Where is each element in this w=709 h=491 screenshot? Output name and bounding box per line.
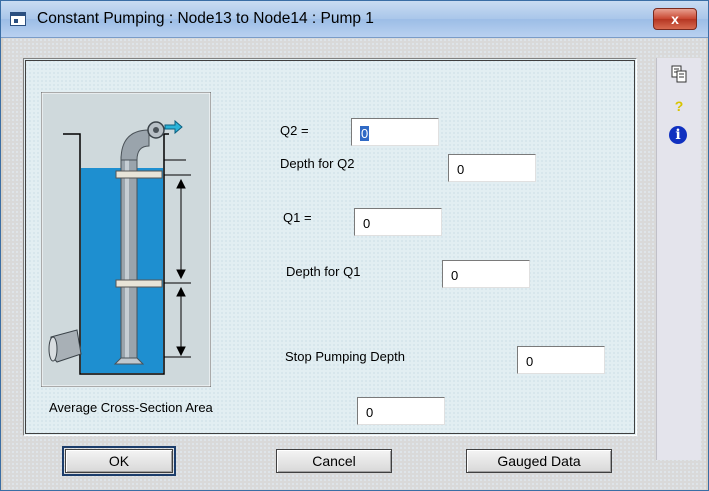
q1-label: Q1 = [283, 210, 312, 225]
depth-q1-input[interactable]: 0 [442, 260, 530, 288]
help-icon[interactable]: ? [669, 98, 689, 118]
upper-clamp [115, 170, 163, 179]
stop-depth-input[interactable]: 0 [517, 346, 605, 374]
title-bar[interactable]: Constant Pumping : Node13 to Node14 : Pu… [1, 1, 708, 38]
q2-label: Q2 = [280, 123, 309, 138]
copy-icon[interactable] [669, 64, 689, 84]
side-toolbar: ? i [656, 58, 701, 460]
depth-q2-label: Depth for Q2 [280, 156, 355, 171]
ok-button[interactable]: OK [65, 449, 173, 473]
q2-value: 0 [360, 126, 370, 141]
pump-diagram [41, 92, 211, 387]
dialog-window: Constant Pumping : Node13 to Node14 : Pu… [0, 0, 709, 491]
window-icon [10, 12, 26, 26]
avg-area-input[interactable]: 0 [357, 397, 445, 425]
depth-q1-label: Depth for Q1 [286, 264, 361, 279]
cancel-button[interactable]: Cancel [276, 449, 392, 473]
stop-depth-label: Stop Pumping Depth [285, 349, 405, 364]
q1-input[interactable]: 0 [354, 208, 442, 236]
gauged-data-button[interactable]: Gauged Data [466, 449, 612, 473]
avg-area-label: Average Cross-Section Area [49, 400, 213, 415]
info-icon[interactable]: i [669, 126, 687, 144]
dialog-client: Q2 = 0 Depth for Q2 0 Q1 = 0 Depth for Q… [3, 38, 706, 490]
parameters-panel: Q2 = 0 Depth for Q2 0 Q1 = 0 Depth for Q… [23, 58, 637, 436]
lower-clamp [115, 279, 163, 288]
q2-input[interactable]: 0 [351, 118, 439, 146]
close-button[interactable]: x [653, 8, 697, 30]
depth-q2-input[interactable]: 0 [448, 154, 536, 182]
window-title: Constant Pumping : Node13 to Node14 : Pu… [37, 10, 374, 27]
